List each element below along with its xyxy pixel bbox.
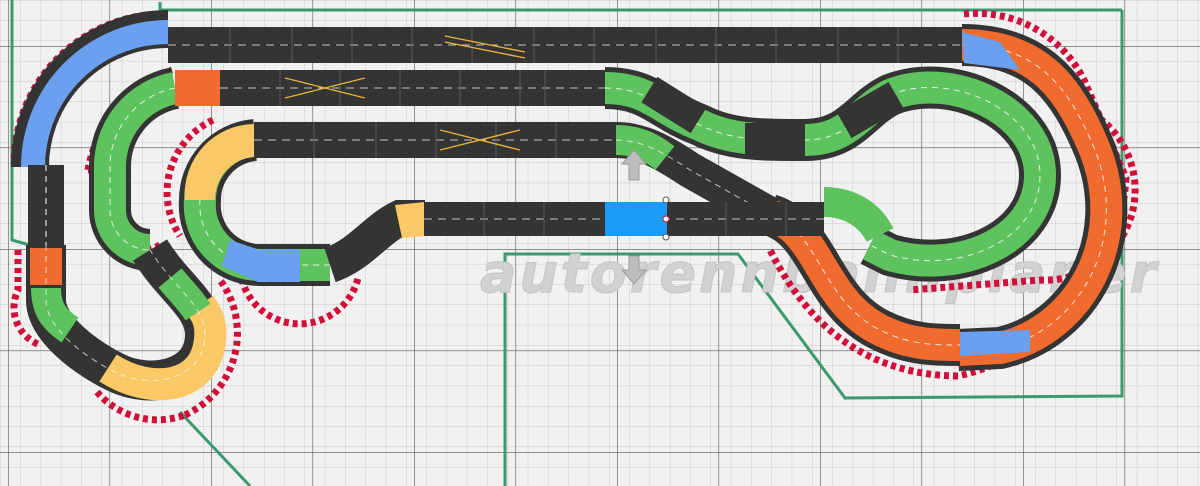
selected-track-piece[interactable] [605,196,670,241]
track-straight-left-outer[interactable] [28,165,64,245]
track-planner-canvas[interactable]: autorennbahnplaner [0,0,1200,486]
track-straight-third[interactable] [254,122,616,158]
track-straight-second[interactable] [220,70,605,106]
track-straight-top[interactable] [168,27,962,63]
